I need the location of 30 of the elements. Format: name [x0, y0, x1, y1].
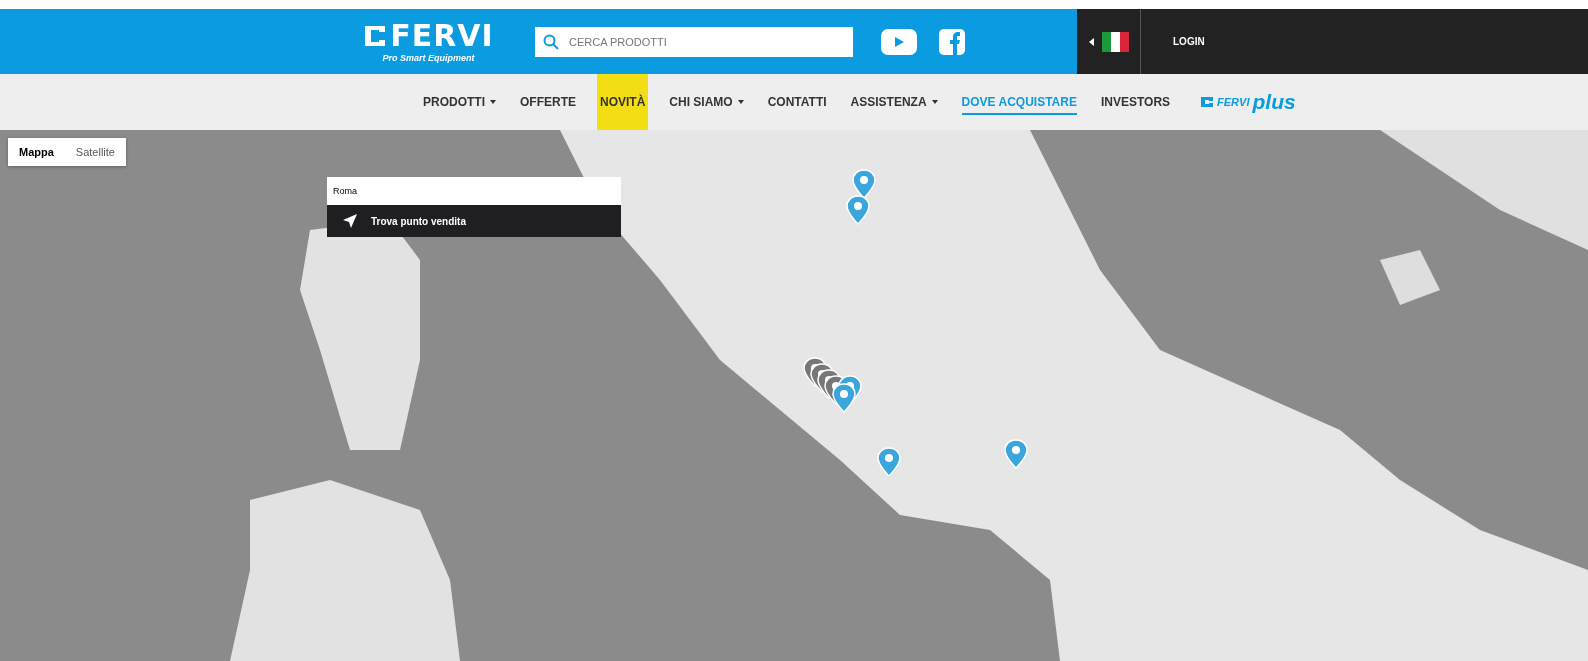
- caret-icon[interactable]: [1088, 37, 1094, 46]
- nav-link[interactable]: NOVITÀ: [597, 74, 649, 130]
- caret-icon: [737, 100, 744, 104]
- nav-link[interactable]: CHI SIAMO: [666, 74, 747, 130]
- login-link[interactable]: LOGIN: [1173, 36, 1205, 47]
- nav-link[interactable]: PRODOTTI: [420, 74, 499, 130]
- caret-icon: [490, 100, 496, 104]
- search-field[interactable]: CERCA PRODOTTI: [535, 26, 853, 57]
- location-field[interactable]: Roma: [327, 177, 621, 205]
- nav-link[interactable]: CONTATTI: [764, 74, 830, 130]
- map-pin-icon[interactable]: [846, 195, 870, 225]
- map-pin-icon[interactable]: [852, 169, 876, 199]
- navigation-arrow-icon: [343, 214, 357, 228]
- caret-icon: [931, 100, 938, 104]
- logo-tagline: Pro Smart Equipment: [382, 52, 475, 63]
- logo-name: FERVI: [390, 20, 494, 51]
- nav-link[interactable]: INVESTORS: [1097, 74, 1174, 130]
- map-type-tab[interactable]: Mappa: [8, 138, 65, 166]
- pin-cluster-icon[interactable]: [803, 357, 863, 414]
- find-store-button[interactable]: Trova punto vendita: [327, 205, 621, 237]
- map-pin-icon[interactable]: [1004, 439, 1028, 469]
- video-play-icon[interactable]: [881, 28, 917, 55]
- map-pin-icon[interactable]: [877, 447, 901, 477]
- nav-link[interactable]: ASSISTENZA: [847, 74, 941, 130]
- facebook-icon[interactable]: [939, 28, 965, 55]
- map-type-tab[interactable]: Satellite: [64, 138, 126, 166]
- search-icon: [543, 33, 559, 50]
- logo-mark-icon: [363, 23, 388, 48]
- flag-icon[interactable]: [1101, 31, 1129, 52]
- nav-link[interactable]: OFFERTE: [517, 74, 579, 130]
